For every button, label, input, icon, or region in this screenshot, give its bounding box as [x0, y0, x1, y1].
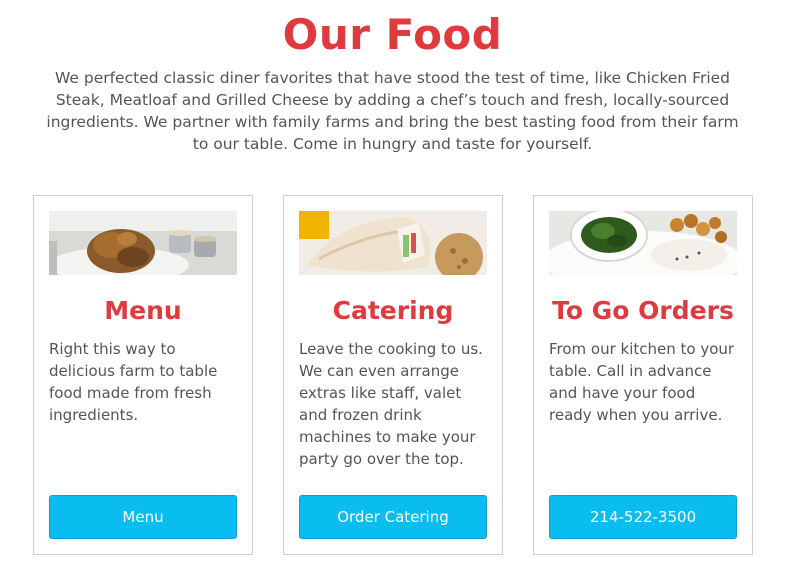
fried-chicken-photo	[49, 211, 237, 275]
menu-button[interactable]: Menu	[49, 495, 237, 539]
fried-chicken-image	[49, 211, 237, 275]
card-title: Catering	[332, 296, 454, 325]
intro-paragraph: We perfected classic diner favorites tha…	[46, 69, 739, 153]
menu-card: Menu Right this way to delicious farm to…	[33, 195, 253, 555]
order-catering-button[interactable]: Order Catering	[299, 495, 487, 539]
card-title: To Go Orders	[552, 296, 734, 325]
plated-meal-image	[549, 211, 737, 275]
wrap-sandwich-photo	[299, 211, 487, 275]
card-description: Leave the cooking to us. We can even arr…	[299, 340, 483, 468]
page-title: Our Food	[282, 10, 503, 59]
plated-meal-photo	[549, 211, 737, 275]
card-description: From our kitchen to your table. Call in …	[549, 340, 735, 424]
card-description: Right this way to delicious farm to tabl…	[49, 340, 218, 424]
to-go-orders-card: To Go Orders From our kitchen to your ta…	[533, 195, 753, 555]
phone-number-button[interactable]: 214-522-3500	[549, 495, 737, 539]
catering-card: Catering Leave the cooking to us. We can…	[283, 195, 503, 555]
wrap-sandwich-image	[299, 211, 487, 275]
card-title: Menu	[104, 296, 182, 325]
